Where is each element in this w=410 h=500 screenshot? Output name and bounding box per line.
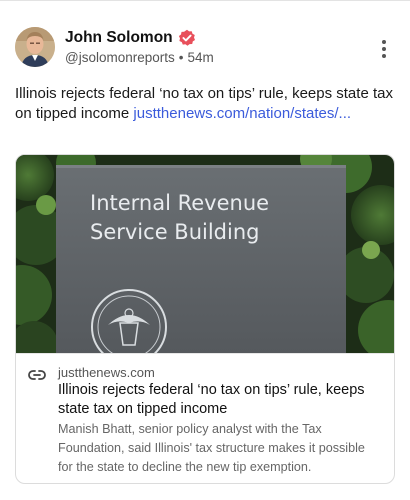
link-title[interactable]: Illinois rejects federal ‘no tax on tips…: [58, 381, 384, 419]
verified-badge-icon: [178, 29, 196, 47]
sign-text-line2: Service Building: [90, 220, 259, 244]
post-link[interactable]: justthenews.com/nation/states/...: [133, 105, 351, 122]
link-preview-card[interactable]: Internal Revenue Service Building justth…: [15, 154, 395, 484]
post-timestamp[interactable]: 54m: [187, 50, 213, 65]
author-row: John Solomon: [65, 28, 214, 48]
link-icon: [28, 368, 46, 380]
avatar-photo: [15, 27, 55, 67]
link-domain: justthenews.com: [58, 365, 155, 380]
post-text: Illinois rejects federal ‘no tax on tips…: [15, 84, 395, 124]
post-meta: @jsolomonreports • 54m: [65, 49, 214, 67]
author-handle[interactable]: @jsolomonreports: [65, 50, 175, 65]
link-preview-image[interactable]: Internal Revenue Service Building: [16, 155, 394, 353]
avatar[interactable]: [15, 27, 55, 67]
more-options-button[interactable]: [380, 38, 388, 60]
author-name[interactable]: John Solomon: [65, 28, 173, 48]
more-vertical-icon: [382, 40, 386, 58]
link-description: Manish Bhatt, senior policy analyst with…: [58, 422, 365, 474]
post: John Solomon @jsolomonreports • 54m Illino…: [0, 8, 410, 500]
sign-text-line1: Internal Revenue: [90, 191, 269, 215]
link-preview-body: justthenews.com Illinois rejects federal…: [16, 353, 394, 483]
meta-separator: •: [178, 50, 184, 65]
post-header: John Solomon @jsolomonreports • 54m: [65, 28, 214, 67]
